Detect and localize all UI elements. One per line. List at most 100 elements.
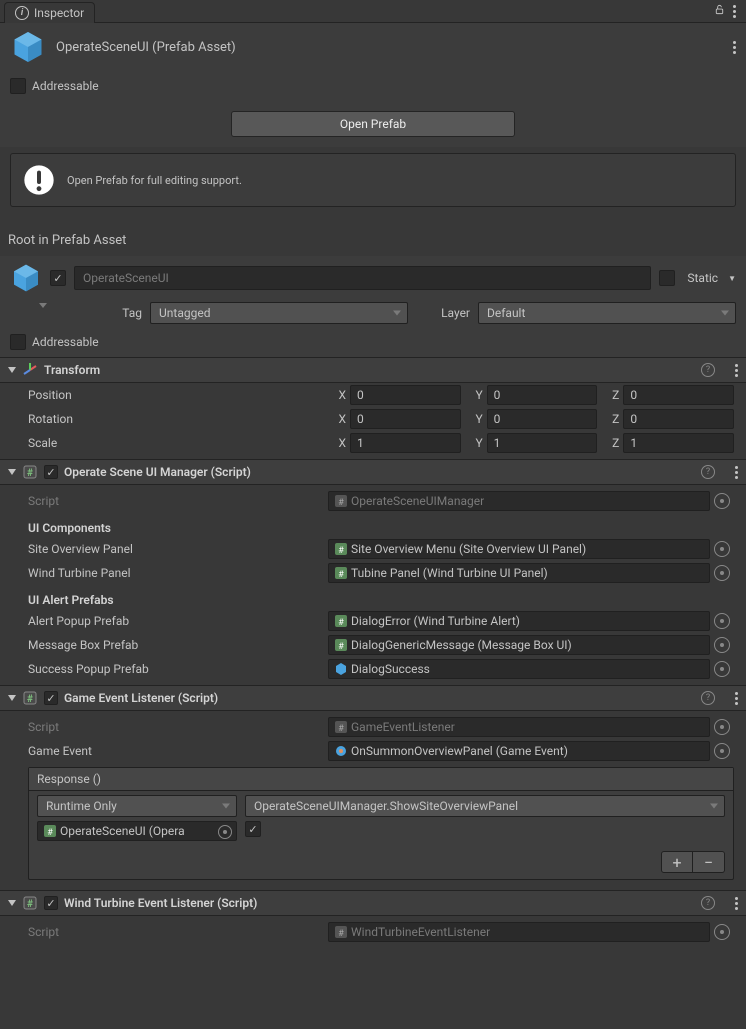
comp1-enabled-checkbox[interactable] bbox=[44, 465, 58, 479]
svg-text:#: # bbox=[27, 694, 33, 705]
wind-turbine-field[interactable]: # Tubine Panel (Wind Turbine UI Panel) bbox=[328, 563, 710, 583]
script-icon: # bbox=[22, 690, 38, 706]
success-popup-field[interactable]: DialogSuccess bbox=[328, 659, 710, 679]
comp1-header[interactable]: # Operate Scene UI Manager (Script) ? bbox=[0, 459, 746, 485]
help-icon[interactable]: ? bbox=[701, 465, 715, 479]
object-picker-icon[interactable] bbox=[714, 565, 730, 581]
scale-x-input[interactable] bbox=[350, 433, 461, 453]
transform-title: Transform bbox=[44, 363, 695, 377]
info-icon: i bbox=[15, 6, 29, 20]
foldout-icon bbox=[8, 900, 16, 906]
event-method-dropdown[interactable]: OperateSceneUIManager.ShowSiteOverviewPa… bbox=[245, 795, 725, 817]
comp2-enabled-checkbox[interactable] bbox=[44, 691, 58, 705]
success-popup-row: Success Popup Prefab DialogSuccess bbox=[0, 657, 746, 685]
lock-icon[interactable] bbox=[714, 4, 725, 18]
event-arg-checkbox[interactable] bbox=[245, 821, 261, 837]
component-menu-icon[interactable] bbox=[735, 364, 738, 377]
go-addressable-label: Addressable bbox=[32, 335, 99, 349]
object-picker-icon[interactable] bbox=[714, 541, 730, 557]
layer-dropdown[interactable]: Default bbox=[478, 302, 736, 324]
script-icon: # bbox=[22, 895, 38, 911]
asset-name: OperateSceneUI (Prefab Asset) bbox=[56, 40, 236, 55]
event-target-field[interactable]: # OperateSceneUI (Opera bbox=[37, 821, 237, 841]
remove-event-button[interactable]: − bbox=[693, 851, 725, 873]
object-picker-icon[interactable] bbox=[218, 825, 232, 839]
object-picker-icon[interactable] bbox=[714, 493, 730, 509]
tab-title: Inspector bbox=[34, 6, 84, 20]
help-icon[interactable]: ? bbox=[701, 363, 715, 377]
gameobject-icon[interactable] bbox=[10, 262, 42, 294]
addressable-label: Addressable bbox=[32, 79, 99, 93]
rotation-y-input[interactable] bbox=[487, 409, 598, 429]
script-icon: # bbox=[22, 464, 38, 480]
gameobject-active-checkbox[interactable] bbox=[50, 270, 66, 286]
svg-text:#: # bbox=[27, 899, 33, 910]
tab-bar: i Inspector bbox=[0, 0, 746, 23]
foldout-icon bbox=[8, 367, 16, 373]
position-row: Position X Y Z bbox=[0, 383, 746, 407]
component-menu-icon[interactable] bbox=[735, 466, 738, 479]
transform-header[interactable]: Transform ? bbox=[0, 357, 746, 383]
object-picker-icon[interactable] bbox=[714, 924, 730, 940]
object-picker-icon[interactable] bbox=[714, 637, 730, 653]
static-label: Static bbox=[687, 271, 718, 285]
response-title: Response () bbox=[29, 768, 733, 791]
comp3-header[interactable]: # Wind Turbine Event Listener (Script) ? bbox=[0, 890, 746, 916]
static-dropdown-icon[interactable]: ▼ bbox=[728, 274, 736, 283]
transform-icon bbox=[22, 362, 38, 378]
help-icon[interactable]: ? bbox=[701, 691, 715, 705]
inspector-tab[interactable]: i Inspector bbox=[4, 2, 95, 23]
rotation-row: Rotation X Y Z bbox=[0, 407, 746, 431]
tag-label: Tag bbox=[60, 306, 150, 320]
ui-alert-header: UI Alert Prefabs bbox=[0, 585, 746, 609]
scale-y-input[interactable] bbox=[487, 433, 598, 453]
static-checkbox[interactable] bbox=[659, 270, 675, 286]
component-menu-icon[interactable] bbox=[735, 692, 738, 705]
add-event-button[interactable]: + bbox=[661, 851, 693, 873]
comp2-title: Game Event Listener (Script) bbox=[64, 691, 695, 705]
svg-text:#: # bbox=[27, 468, 33, 479]
site-overview-row: Site Overview Panel # Site Overview Menu… bbox=[0, 537, 746, 561]
component-menu-icon[interactable] bbox=[735, 897, 738, 910]
alert-popup-row: Alert Popup Prefab # DialogError (Wind T… bbox=[0, 609, 746, 633]
help-icon[interactable]: ? bbox=[701, 896, 715, 910]
gameobject-name-input[interactable] bbox=[74, 266, 651, 290]
go-addressable-checkbox[interactable] bbox=[10, 334, 26, 350]
asset-context-menu-icon[interactable] bbox=[733, 41, 736, 54]
message-box-field[interactable]: # DialogGenericMessage (Message Box UI) bbox=[328, 635, 710, 655]
object-picker-icon[interactable] bbox=[714, 719, 730, 735]
comp3-enabled-checkbox[interactable] bbox=[44, 896, 58, 910]
rotation-x-input[interactable] bbox=[350, 409, 461, 429]
tag-dropdown[interactable]: Untagged bbox=[150, 302, 408, 324]
svg-text:#: # bbox=[338, 618, 344, 627]
open-prefab-button[interactable]: Open Prefab bbox=[231, 111, 515, 137]
game-event-row: Game Event OnSummonOverviewPanel (Game E… bbox=[0, 739, 746, 763]
addressable-checkbox[interactable] bbox=[10, 78, 26, 94]
scale-row: Scale X Y Z bbox=[0, 431, 746, 459]
svg-text:#: # bbox=[338, 498, 344, 507]
addressable-row: Addressable bbox=[0, 71, 746, 101]
comp2-header[interactable]: # Game Event Listener (Script) ? bbox=[0, 685, 746, 711]
svg-text:#: # bbox=[338, 724, 344, 733]
call-state-dropdown[interactable]: Runtime Only bbox=[37, 795, 237, 817]
game-event-field[interactable]: OnSummonOverviewPanel (Game Event) bbox=[328, 741, 710, 761]
alert-popup-field[interactable]: # DialogError (Wind Turbine Alert) bbox=[328, 611, 710, 631]
info-text: Open Prefab for full editing support. bbox=[67, 174, 242, 187]
comp3-title: Wind Turbine Event Listener (Script) bbox=[64, 896, 695, 910]
go-addressable-row: Addressable bbox=[0, 330, 746, 357]
object-picker-icon[interactable] bbox=[714, 743, 730, 759]
scale-z-input[interactable] bbox=[623, 433, 734, 453]
site-overview-field[interactable]: # Site Overview Menu (Site Overview UI P… bbox=[328, 539, 710, 559]
position-x-input[interactable] bbox=[350, 385, 461, 405]
comp3-script-field: # WindTurbineEventListener bbox=[328, 922, 710, 942]
position-y-input[interactable] bbox=[487, 385, 598, 405]
svg-text:#: # bbox=[338, 929, 344, 938]
context-menu-icon[interactable] bbox=[733, 5, 736, 18]
position-z-input[interactable] bbox=[623, 385, 734, 405]
object-picker-icon[interactable] bbox=[714, 661, 730, 677]
message-box-row: Message Box Prefab # DialogGenericMessag… bbox=[0, 633, 746, 657]
svg-text:#: # bbox=[338, 642, 344, 651]
svg-text:#: # bbox=[47, 828, 53, 837]
object-picker-icon[interactable] bbox=[714, 613, 730, 629]
rotation-z-input[interactable] bbox=[623, 409, 734, 429]
